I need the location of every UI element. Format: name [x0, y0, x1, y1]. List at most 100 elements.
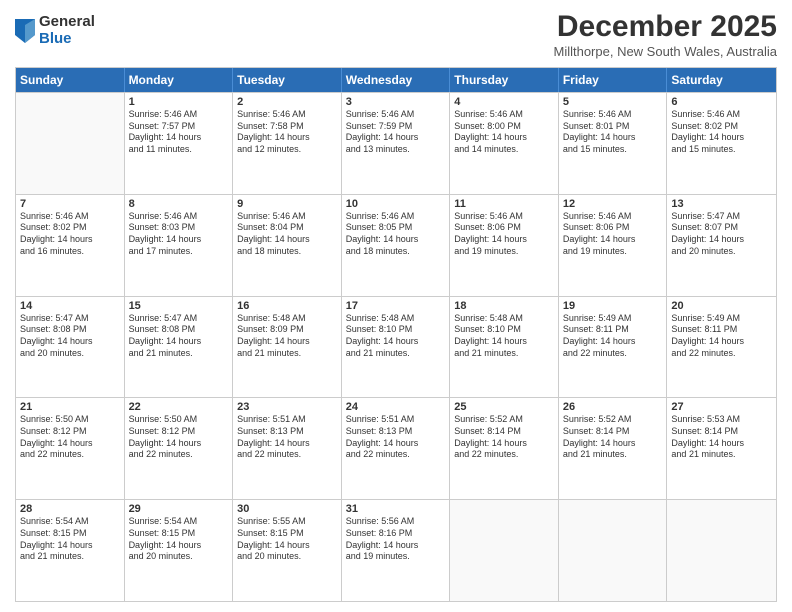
calendar-cell: [16, 93, 125, 194]
cell-line: Daylight: 14 hours: [671, 438, 772, 450]
calendar-cell: 19Sunrise: 5:49 AMSunset: 8:11 PMDayligh…: [559, 297, 668, 398]
day-number: 27: [671, 401, 772, 413]
day-number: 2: [237, 96, 337, 108]
cell-line: Sunrise: 5:50 AM: [20, 414, 120, 426]
cell-line: Sunset: 7:58 PM: [237, 121, 337, 133]
cell-line: Daylight: 14 hours: [20, 540, 120, 552]
cell-line: Daylight: 14 hours: [129, 234, 229, 246]
calendar-cell: 30Sunrise: 5:55 AMSunset: 8:15 PMDayligh…: [233, 500, 342, 601]
cell-line: Daylight: 14 hours: [129, 336, 229, 348]
cell-line: Sunrise: 5:49 AM: [563, 313, 663, 325]
cell-line: Sunrise: 5:47 AM: [129, 313, 229, 325]
cell-line: Sunset: 8:08 PM: [129, 324, 229, 336]
cell-line: Sunset: 8:14 PM: [671, 426, 772, 438]
cell-line: Sunset: 8:11 PM: [563, 324, 663, 336]
cell-line: and 18 minutes.: [346, 246, 446, 258]
cal-header-day: Friday: [559, 68, 668, 92]
logo-blue-text: Blue: [39, 31, 95, 48]
cell-line: Daylight: 14 hours: [454, 336, 554, 348]
calendar-cell: 11Sunrise: 5:46 AMSunset: 8:06 PMDayligh…: [450, 195, 559, 296]
cell-line: and 22 minutes.: [129, 449, 229, 461]
day-number: 28: [20, 503, 120, 515]
cell-line: and 16 minutes.: [20, 246, 120, 258]
cell-line: Sunset: 8:07 PM: [671, 222, 772, 234]
cell-line: Sunrise: 5:46 AM: [346, 211, 446, 223]
day-number: 7: [20, 198, 120, 210]
cell-line: and 22 minutes.: [671, 348, 772, 360]
day-number: 20: [671, 300, 772, 312]
cell-line: Daylight: 14 hours: [671, 336, 772, 348]
cell-line: and 21 minutes.: [563, 449, 663, 461]
cal-header-day: Thursday: [450, 68, 559, 92]
cell-line: and 11 minutes.: [129, 144, 229, 156]
cell-line: Daylight: 14 hours: [346, 234, 446, 246]
calendar-cell: 16Sunrise: 5:48 AMSunset: 8:09 PMDayligh…: [233, 297, 342, 398]
cell-line: and 12 minutes.: [237, 144, 337, 156]
day-number: 30: [237, 503, 337, 515]
calendar-row: 1Sunrise: 5:46 AMSunset: 7:57 PMDaylight…: [16, 92, 776, 194]
cell-line: Sunset: 8:14 PM: [563, 426, 663, 438]
day-number: 16: [237, 300, 337, 312]
header: General Blue December 2025 Millthorpe, N…: [15, 10, 777, 59]
calendar-body: 1Sunrise: 5:46 AMSunset: 7:57 PMDaylight…: [16, 92, 776, 601]
logo-text: General Blue: [39, 14, 95, 47]
calendar-cell: 7Sunrise: 5:46 AMSunset: 8:02 PMDaylight…: [16, 195, 125, 296]
calendar-cell: 17Sunrise: 5:48 AMSunset: 8:10 PMDayligh…: [342, 297, 451, 398]
day-number: 23: [237, 401, 337, 413]
day-number: 13: [671, 198, 772, 210]
calendar-cell: 8Sunrise: 5:46 AMSunset: 8:03 PMDaylight…: [125, 195, 234, 296]
day-number: 31: [346, 503, 446, 515]
calendar-cell: 13Sunrise: 5:47 AMSunset: 8:07 PMDayligh…: [667, 195, 776, 296]
day-number: 8: [129, 198, 229, 210]
cal-header-day: Saturday: [667, 68, 776, 92]
cell-line: Sunrise: 5:53 AM: [671, 414, 772, 426]
day-number: 15: [129, 300, 229, 312]
calendar-cell: 22Sunrise: 5:50 AMSunset: 8:12 PMDayligh…: [125, 398, 234, 499]
calendar-cell: 5Sunrise: 5:46 AMSunset: 8:01 PMDaylight…: [559, 93, 668, 194]
day-number: 14: [20, 300, 120, 312]
day-number: 12: [563, 198, 663, 210]
logo-icon: [15, 19, 35, 43]
cell-line: Sunrise: 5:46 AM: [671, 109, 772, 121]
calendar-cell: 27Sunrise: 5:53 AMSunset: 8:14 PMDayligh…: [667, 398, 776, 499]
cell-line: Daylight: 14 hours: [563, 234, 663, 246]
day-number: 10: [346, 198, 446, 210]
cell-line: Sunrise: 5:46 AM: [129, 211, 229, 223]
cell-line: Sunset: 8:08 PM: [20, 324, 120, 336]
cell-line: Daylight: 14 hours: [129, 132, 229, 144]
cell-line: Sunset: 8:12 PM: [129, 426, 229, 438]
cell-line: and 21 minutes.: [454, 348, 554, 360]
cal-header-day: Tuesday: [233, 68, 342, 92]
calendar-cell: 12Sunrise: 5:46 AMSunset: 8:06 PMDayligh…: [559, 195, 668, 296]
day-number: 3: [346, 96, 446, 108]
calendar: SundayMondayTuesdayWednesdayThursdayFrid…: [15, 67, 777, 602]
day-number: 18: [454, 300, 554, 312]
cell-line: and 15 minutes.: [671, 144, 772, 156]
cell-line: Sunset: 8:09 PM: [237, 324, 337, 336]
cell-line: Sunset: 8:10 PM: [346, 324, 446, 336]
cell-line: Daylight: 14 hours: [454, 438, 554, 450]
calendar-cell: 4Sunrise: 5:46 AMSunset: 8:00 PMDaylight…: [450, 93, 559, 194]
cell-line: Daylight: 14 hours: [237, 234, 337, 246]
cell-line: and 17 minutes.: [129, 246, 229, 258]
cell-line: Sunset: 8:15 PM: [237, 528, 337, 540]
cell-line: and 22 minutes.: [20, 449, 120, 461]
calendar-cell: [450, 500, 559, 601]
day-number: 24: [346, 401, 446, 413]
cell-line: Daylight: 14 hours: [237, 336, 337, 348]
cell-line: Daylight: 14 hours: [129, 540, 229, 552]
cell-line: Daylight: 14 hours: [20, 438, 120, 450]
calendar-cell: 23Sunrise: 5:51 AMSunset: 8:13 PMDayligh…: [233, 398, 342, 499]
calendar-row: 28Sunrise: 5:54 AMSunset: 8:15 PMDayligh…: [16, 499, 776, 601]
cell-line: and 21 minutes.: [671, 449, 772, 461]
cell-line: Sunrise: 5:54 AM: [129, 516, 229, 528]
cell-line: and 21 minutes.: [237, 348, 337, 360]
cell-line: Sunrise: 5:54 AM: [20, 516, 120, 528]
cell-line: Sunrise: 5:56 AM: [346, 516, 446, 528]
calendar-cell: 9Sunrise: 5:46 AMSunset: 8:04 PMDaylight…: [233, 195, 342, 296]
calendar-cell: 24Sunrise: 5:51 AMSunset: 8:13 PMDayligh…: [342, 398, 451, 499]
calendar-cell: 10Sunrise: 5:46 AMSunset: 8:05 PMDayligh…: [342, 195, 451, 296]
cell-line: Daylight: 14 hours: [346, 336, 446, 348]
day-number: 6: [671, 96, 772, 108]
cell-line: Sunset: 8:04 PM: [237, 222, 337, 234]
